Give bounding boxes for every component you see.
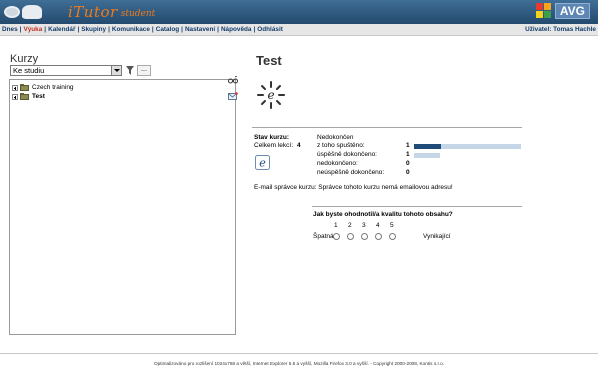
stat-row-value: 1	[406, 151, 410, 158]
tree-item-czech-training[interactable]: Czech training	[12, 83, 74, 92]
nav-separator: |	[151, 26, 154, 33]
filter-icon[interactable]	[126, 66, 134, 75]
rating-low-label: Špatná	[313, 233, 334, 240]
nav-item-1[interactable]: Dnes	[2, 26, 18, 33]
rating-number: 2	[348, 222, 352, 229]
nav-separator: |	[181, 26, 183, 33]
nav-separator: |	[217, 26, 219, 33]
students-logo-icon	[4, 5, 50, 19]
nav-item-3[interactable]: Kalendář	[48, 26, 75, 33]
rating-radio-2[interactable]	[347, 233, 354, 240]
course-title: Test	[256, 53, 282, 68]
divider	[312, 206, 522, 207]
course-logo-icon: e	[257, 81, 285, 109]
nav-item-9[interactable]: Odhlásit	[257, 26, 283, 33]
footer-text: Optimalizováno pro rozlišení 1024x768 a …	[154, 361, 444, 366]
rating-number: 4	[376, 222, 380, 229]
stat-row-label: nedokončeno:	[317, 160, 358, 167]
tree-item-test[interactable]: Test	[12, 92, 45, 101]
itutor-logo[interactable]: iTutor student	[4, 3, 155, 21]
nav-separator: |	[253, 26, 256, 33]
rating-radio-5[interactable]	[389, 233, 396, 240]
nav-item-6[interactable]: Catalog	[156, 26, 179, 33]
progress-bar-fill	[414, 144, 441, 149]
course-status-label: Stav kurzu:	[254, 134, 290, 141]
nav-item-7[interactable]: Nastavení	[185, 26, 215, 33]
rating-number: 5	[390, 222, 394, 229]
rating-radio-4[interactable]	[375, 233, 382, 240]
envelope-icon[interactable]	[228, 92, 238, 100]
nav-separator: |	[44, 26, 47, 33]
rating-radio-3[interactable]	[361, 233, 368, 240]
rating-number: 1	[334, 222, 338, 229]
course-tree: Czech training Test	[9, 79, 236, 335]
main-nav: Dnes | Výuka | Kalendář | Skupiny | Komunikace | C…	[0, 24, 598, 36]
divider	[252, 127, 522, 128]
lessons-total: Celkem lekcí: 4	[254, 142, 301, 149]
avg-logo: AVG	[535, 3, 590, 19]
lesson-launch-icon[interactable]: e	[255, 155, 270, 170]
user-label: Uživatel: Tomas Hachle	[525, 26, 596, 33]
course-filter-value: Ke studiu	[13, 66, 45, 75]
rating-number: 3	[362, 222, 366, 229]
lessons-total-label: Celkem lekcí:	[254, 142, 294, 149]
svg-text:e: e	[259, 157, 266, 170]
folder-icon	[20, 84, 30, 91]
courses-title: Kurzy	[10, 53, 39, 65]
rating-high-label: Vynikající	[423, 233, 451, 240]
stat-row-label: z toho spuštěno:	[317, 142, 365, 149]
stat-row-value: 0	[406, 160, 410, 167]
logo-subtitle: student	[120, 9, 156, 19]
glasses-icon[interactable]	[228, 76, 238, 84]
stat-row-value: 1	[406, 142, 410, 149]
nav-item-4[interactable]: Skupiny	[81, 26, 106, 33]
lessons-total-count: 4	[297, 142, 301, 149]
tree-item-label: Test	[32, 93, 45, 100]
stat-row-label: neúspěšně dokončeno:	[317, 169, 385, 176]
top-header: iTutor student AVG	[0, 0, 598, 24]
expand-icon[interactable]	[12, 93, 18, 100]
logo-name: iTutor	[68, 3, 118, 21]
nav-separator: |	[77, 26, 80, 33]
rating-question: Jak byste ohodnotil/a kvalitu tohoto obs…	[313, 211, 453, 218]
divider	[0, 353, 598, 354]
stat-row-value: 0	[406, 169, 410, 176]
more-options-button[interactable]: ...	[137, 65, 151, 76]
tree-item-label: Czech training	[32, 84, 74, 91]
svg-text:e: e	[267, 88, 274, 102]
nav-separator: |	[19, 26, 22, 33]
admin-email-notice: E-mail správce kurzu: Správce tohoto kur…	[254, 184, 453, 191]
nav-item-2[interactable]: Výuka	[23, 26, 42, 33]
nav-separator: |	[108, 26, 110, 33]
course-status-value: Nedokončen	[317, 134, 354, 141]
course-filter-select[interactable]: Ke studiu	[10, 65, 122, 76]
nav-item-5[interactable]: Komunikace	[112, 26, 150, 33]
progress-bar-track	[414, 153, 440, 158]
folder-icon	[20, 93, 30, 100]
expand-icon[interactable]	[12, 84, 18, 91]
nav-item-8[interactable]: Nápověda	[221, 26, 252, 33]
avg-label: AVG	[554, 3, 590, 19]
stat-row-label: úspěšně dokončeno:	[317, 151, 377, 158]
avg-mark-icon	[535, 3, 552, 19]
chevron-down-icon[interactable]	[111, 66, 121, 75]
rating-radio-1[interactable]	[333, 233, 340, 240]
nav-items: Dnes | Výuka | Kalendář | Skupiny | Komunikace | C…	[2, 24, 283, 36]
